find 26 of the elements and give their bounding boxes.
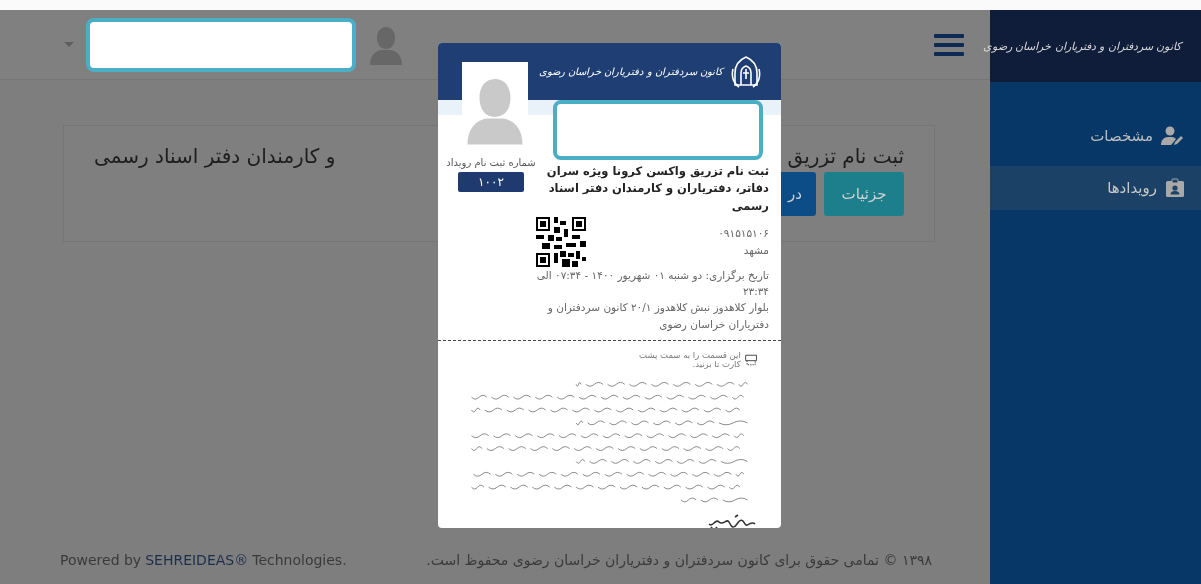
logo-text: کانون سردفتران و دفتریاران خراسان رضوی [539,66,723,77]
qr-code [536,216,586,267]
event-title: و کارمندان دفتر اسناد رسمی [94,144,336,168]
sidebar-item[interactable]: مشخصات [990,114,1201,158]
event-date: تاریخ برگزاری: دو شنبه ۰۱ شهریور ۱۴۰۰ - ۰۷:۳۴ الی ۲۳:۳۴ [536,267,769,299]
registration-label: شماره ثبت نام رویداد [446,157,536,168]
logo-text: کانون سردفتران و دفتریاران خراسان رضوی [982,39,1181,53]
event-address: بلوار کلاهدوز نبش کلاهدوز ۲۰/۱ کانون سردفتران و دفتریاران خراسان رضوی [546,300,769,332]
details-button[interactable]: جزئیات [824,172,904,216]
fold-hint: این قسمت را به سمت پشت کارت تا بزنید. [638,350,741,370]
city-text: مشهد [742,242,769,258]
emblem-icon [731,54,761,89]
copyright-text: ۱۳۹۸ © تمامی حقوق برای کانون سردفتران و دفتریاران خراسان رضوی محفوظ است. [426,552,932,568]
user-edit-icon [1161,126,1185,146]
powered-by-text: Powered by [60,552,142,568]
signature-drawing [705,513,757,528]
powered-by-text: Technologies. [252,552,347,568]
brand-link[interactable]: SEHREIDEAS® [145,552,249,568]
event-title: ثبت نام تزریق [787,144,904,168]
registration-number: ۱۰۰۲ [458,172,524,192]
sidebar-item[interactable]: رویدادها [990,166,1201,210]
phone-number: ۰۹۱۵۱۵۱۰۶ [718,226,769,242]
id-badge-icon [1165,178,1185,198]
event-title: ثبت نام تزریق واکسن کرونا ویژه سران دفاتر، دفتریاران و کارمندان دفتر اسناد رسمی [545,163,769,215]
user-avatar-icon [368,24,404,65]
menu-icon[interactable] [934,33,964,56]
